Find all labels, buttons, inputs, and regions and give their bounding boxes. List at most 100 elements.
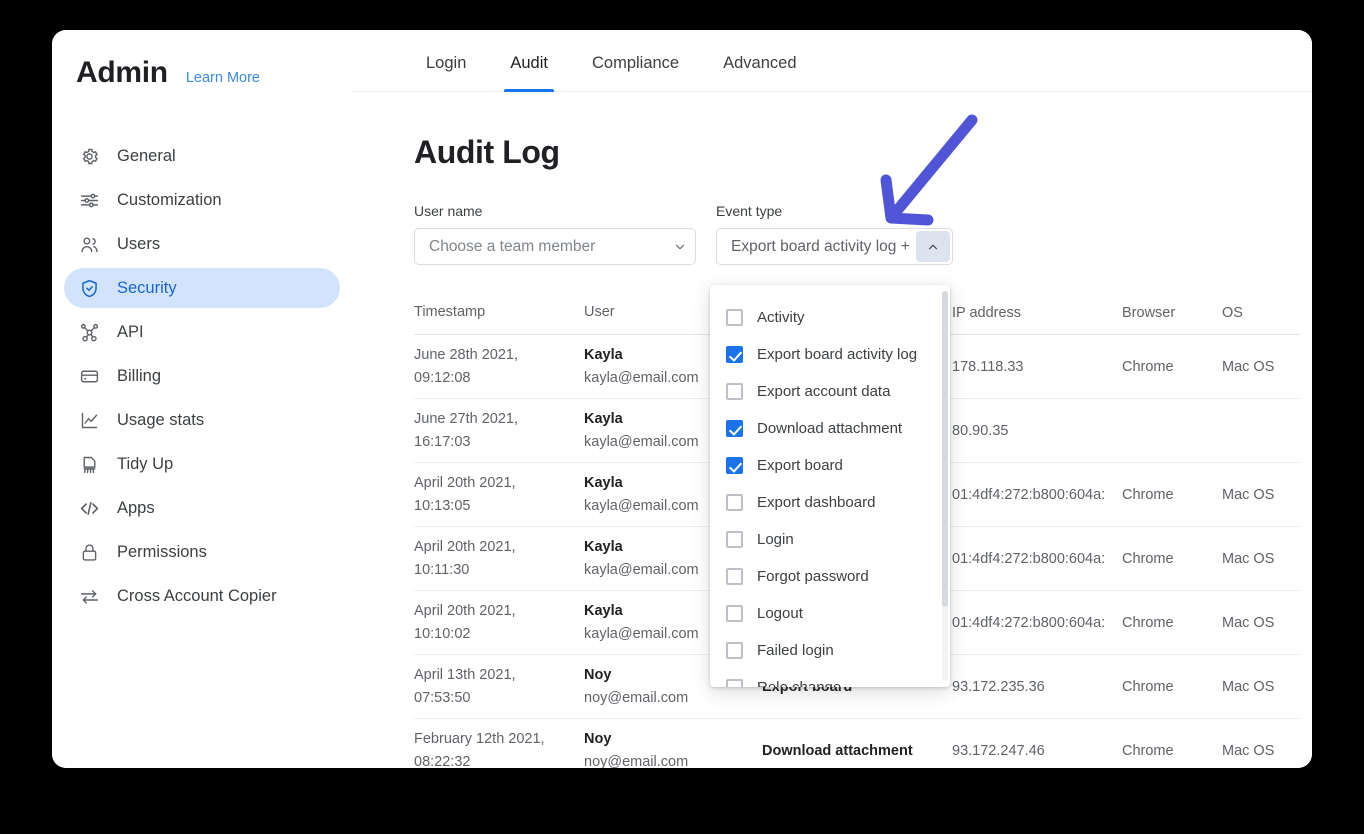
checkbox-icon[interactable] bbox=[726, 568, 743, 585]
checkbox-icon[interactable] bbox=[726, 679, 743, 687]
timestamp-date: February 12th 2021, bbox=[414, 728, 584, 750]
event-type-option[interactable]: Logout bbox=[710, 595, 950, 632]
shield-check-icon bbox=[78, 277, 100, 299]
sidebar-item-general[interactable]: General bbox=[64, 136, 340, 176]
checkbox-checked-icon[interactable] bbox=[726, 420, 743, 437]
sidebar-item-users[interactable]: Users bbox=[64, 224, 340, 264]
sidebar-item-tidy-up[interactable]: Tidy Up bbox=[64, 444, 340, 484]
tab-audit[interactable]: Audit bbox=[488, 30, 570, 91]
checkbox-checked-icon[interactable] bbox=[726, 346, 743, 363]
cell-timestamp: April 13th 2021,07:53:50 bbox=[414, 664, 584, 709]
tab-advanced[interactable]: Advanced bbox=[701, 30, 818, 91]
timestamp-time: 10:13:05 bbox=[414, 495, 584, 517]
cell-browser: Chrome bbox=[1122, 551, 1222, 567]
event-type-option[interactable]: Activity bbox=[710, 299, 950, 336]
cell-os: Mac OS bbox=[1222, 359, 1300, 375]
checkbox-icon[interactable] bbox=[726, 309, 743, 326]
chevron-up-icon[interactable] bbox=[916, 231, 950, 262]
tab-bar: Login Audit ComplianceAdvanced bbox=[352, 30, 1312, 92]
cell-user: Noynoy@email.com bbox=[584, 728, 762, 768]
cell-os: Mac OS bbox=[1222, 679, 1300, 695]
cell-ip-address: 01:4df4:272:b800:604a: bbox=[952, 551, 1122, 567]
cell-os: Mac OS bbox=[1222, 743, 1300, 759]
nodes-icon bbox=[78, 321, 100, 343]
cell-ip-address: 93.172.235.36 bbox=[952, 679, 1122, 695]
sidebar-item-label: Users bbox=[117, 235, 160, 254]
timestamp-time: 07:53:50 bbox=[414, 687, 584, 709]
transfer-icon bbox=[78, 585, 100, 607]
user-name-select[interactable]: Choose a team member bbox=[414, 228, 696, 265]
sidebar-item-label: Apps bbox=[117, 499, 155, 518]
column-header-browser: Browser bbox=[1122, 305, 1222, 321]
cell-browser: Chrome bbox=[1122, 615, 1222, 631]
sidebar-item-label: API bbox=[117, 323, 144, 342]
table-row[interactable]: February 12th 2021,08:22:32Noynoy@email.… bbox=[414, 719, 1300, 768]
dropdown-scrollbar-thumb[interactable] bbox=[942, 291, 948, 607]
cell-os: Mac OS bbox=[1222, 487, 1300, 503]
user-name: Noy bbox=[584, 728, 762, 750]
sidebar-item-label: Customization bbox=[117, 191, 222, 210]
cell-os: Mac OS bbox=[1222, 615, 1300, 631]
event-type-option[interactable]: Role change bbox=[710, 669, 950, 687]
timestamp-date: April 20th 2021, bbox=[414, 600, 584, 622]
event-type-option[interactable]: Download attachment bbox=[710, 410, 950, 447]
cell-timestamp: April 20th 2021,10:10:02 bbox=[414, 600, 584, 645]
sidebar-item-apps[interactable]: Apps bbox=[64, 488, 340, 528]
timestamp-date: April 20th 2021, bbox=[414, 472, 584, 494]
sidebar-item-api[interactable]: API bbox=[64, 312, 340, 352]
cell-browser: Chrome bbox=[1122, 679, 1222, 695]
user-name-filter: User name Choose a team member bbox=[414, 203, 696, 265]
event-type-select[interactable]: Export board activity log + 2 bbox=[716, 228, 953, 265]
cell-ip-address: 01:4df4:272:b800:604a: bbox=[952, 487, 1122, 503]
event-type-option-label: Forgot password bbox=[757, 568, 869, 585]
cell-ip-address: 01:4df4:272:b800:604a: bbox=[952, 615, 1122, 631]
checkbox-icon[interactable] bbox=[726, 531, 743, 548]
sidebar-item-label: Billing bbox=[117, 367, 161, 386]
screenshot-root: Admin Learn More GeneralCustomizationUse… bbox=[0, 0, 1364, 834]
event-type-option[interactable]: Export account data bbox=[710, 373, 950, 410]
sidebar-nav: General Customization Users Security API Bill… bbox=[52, 136, 352, 616]
timestamp-date: June 28th 2021, bbox=[414, 344, 584, 366]
cell-browser: Chrome bbox=[1122, 743, 1222, 759]
lock-icon bbox=[78, 541, 100, 563]
sidebar-item-security[interactable]: Security bbox=[64, 268, 340, 308]
broom-icon bbox=[78, 453, 100, 475]
sidebar-item-customization[interactable]: Customization bbox=[64, 180, 340, 220]
checkbox-icon[interactable] bbox=[726, 605, 743, 622]
event-type-option[interactable]: Export board bbox=[710, 447, 950, 484]
tab-login[interactable]: Login bbox=[404, 30, 488, 91]
code-icon bbox=[78, 497, 100, 519]
event-type-option[interactable]: Export dashboard bbox=[710, 484, 950, 521]
filter-bar: User name Choose a team member Event typ… bbox=[414, 203, 1312, 265]
sidebar-item-cross-account-copier[interactable]: Cross Account Copier bbox=[64, 576, 340, 616]
tab-label: Audit bbox=[510, 54, 548, 72]
sidebar-item-label: Cross Account Copier bbox=[117, 587, 277, 606]
event-type-option-label: Logout bbox=[757, 605, 803, 622]
event-type-dropdown-menu[interactable]: ActivityExport board activity logExport … bbox=[710, 285, 950, 687]
user-name-select-value: Choose a team member bbox=[429, 238, 595, 256]
sidebar-item-label: Permissions bbox=[117, 543, 207, 562]
event-type-filter: Event type Export board activity log + 2 bbox=[716, 203, 953, 265]
sidebar-item-permissions[interactable]: Permissions bbox=[64, 532, 340, 572]
user-name-label: User name bbox=[414, 203, 696, 219]
learn-more-link[interactable]: Learn More bbox=[186, 70, 260, 86]
tab-compliance[interactable]: Compliance bbox=[570, 30, 701, 91]
timestamp-date: April 20th 2021, bbox=[414, 536, 584, 558]
column-header-timestamp: Timestamp bbox=[414, 301, 584, 323]
sidebar-item-usage-stats[interactable]: Usage stats bbox=[64, 400, 340, 440]
checkbox-icon[interactable] bbox=[726, 494, 743, 511]
sidebar-item-billing[interactable]: Billing bbox=[64, 356, 340, 396]
event-type-option[interactable]: Export board activity log bbox=[710, 336, 950, 373]
event-type-option[interactable]: Forgot password bbox=[710, 558, 950, 595]
event-type-option[interactable]: Failed login bbox=[710, 632, 950, 669]
checkbox-icon[interactable] bbox=[726, 383, 743, 400]
timestamp-date: April 13th 2021, bbox=[414, 664, 584, 686]
cell-ip-address: 93.172.247.46 bbox=[952, 743, 1122, 759]
cell-os: Mac OS bbox=[1222, 551, 1300, 567]
checkbox-icon[interactable] bbox=[726, 642, 743, 659]
admin-app-card: Admin Learn More GeneralCustomizationUse… bbox=[52, 30, 1312, 768]
event-type-option[interactable]: Login bbox=[710, 521, 950, 558]
timestamp-time: 10:11:30 bbox=[414, 559, 584, 581]
checkbox-checked-icon[interactable] bbox=[726, 457, 743, 474]
tab-label: Login bbox=[426, 54, 466, 72]
